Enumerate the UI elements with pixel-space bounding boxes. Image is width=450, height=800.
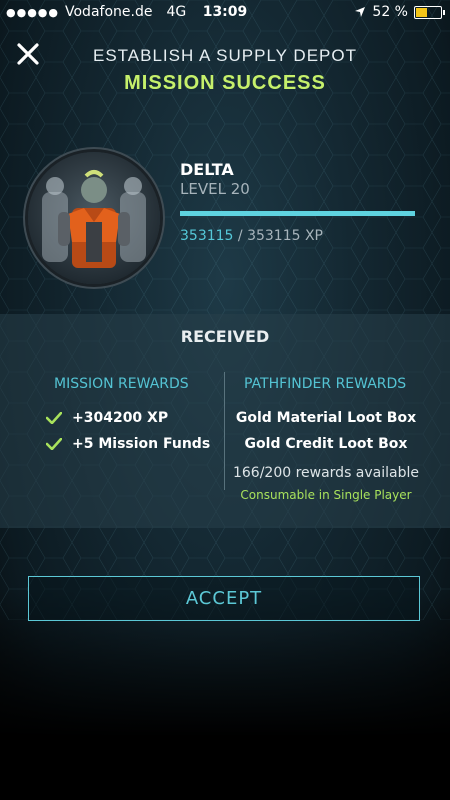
received-title: RECEIVED: [180, 327, 270, 346]
character-avatar: [28, 152, 160, 284]
character-portrait-icon: [42, 170, 146, 268]
mission-reward-label: +5 Mission Funds: [72, 436, 211, 452]
xp-total: / 353115 XP: [237, 228, 323, 244]
mission-reward-label: +304200 XP: [72, 410, 169, 426]
mission-rewards-header: MISSION REWARDS: [54, 376, 189, 392]
character-name: DELTA: [180, 160, 234, 179]
mission-title: ESTABLISH A SUPPLY DEPOT: [93, 46, 357, 65]
xp-readout: 353115 / 353115 XP: [180, 228, 323, 244]
battery-level-fill: [416, 7, 428, 17]
status-bar: ●●●●● Vodafone.de 4G 13:09 52 %: [0, 0, 450, 24]
xp-current: 353115: [180, 228, 234, 244]
location-arrow-icon: [355, 7, 366, 17]
mission-status: MISSION SUCCESS: [124, 72, 326, 94]
column-divider: [224, 372, 225, 490]
rewards-availability: 166/200 rewards available: [232, 465, 420, 481]
character-level: LEVEL 20: [180, 180, 250, 198]
pathfinder-reward-credit-box: Gold Credit Loot Box: [244, 436, 408, 452]
mission-reward-xp: +304200 XP: [46, 410, 168, 426]
battery-percent: 52 %: [372, 4, 408, 20]
xp-progress-bar: [180, 211, 415, 216]
battery-icon: [414, 5, 445, 19]
xp-progress-fill: [180, 211, 415, 216]
accept-button[interactable]: ACCEPT: [28, 576, 420, 621]
consumable-note: Consumable in Single Player: [240, 488, 412, 502]
check-icon: [46, 438, 62, 450]
check-icon: [46, 412, 62, 424]
pathfinder-reward-material-box: Gold Material Loot Box: [235, 410, 417, 426]
mission-reward-funds: +5 Mission Funds: [46, 436, 210, 452]
pathfinder-rewards-header: PATHFINDER REWARDS: [244, 376, 407, 392]
